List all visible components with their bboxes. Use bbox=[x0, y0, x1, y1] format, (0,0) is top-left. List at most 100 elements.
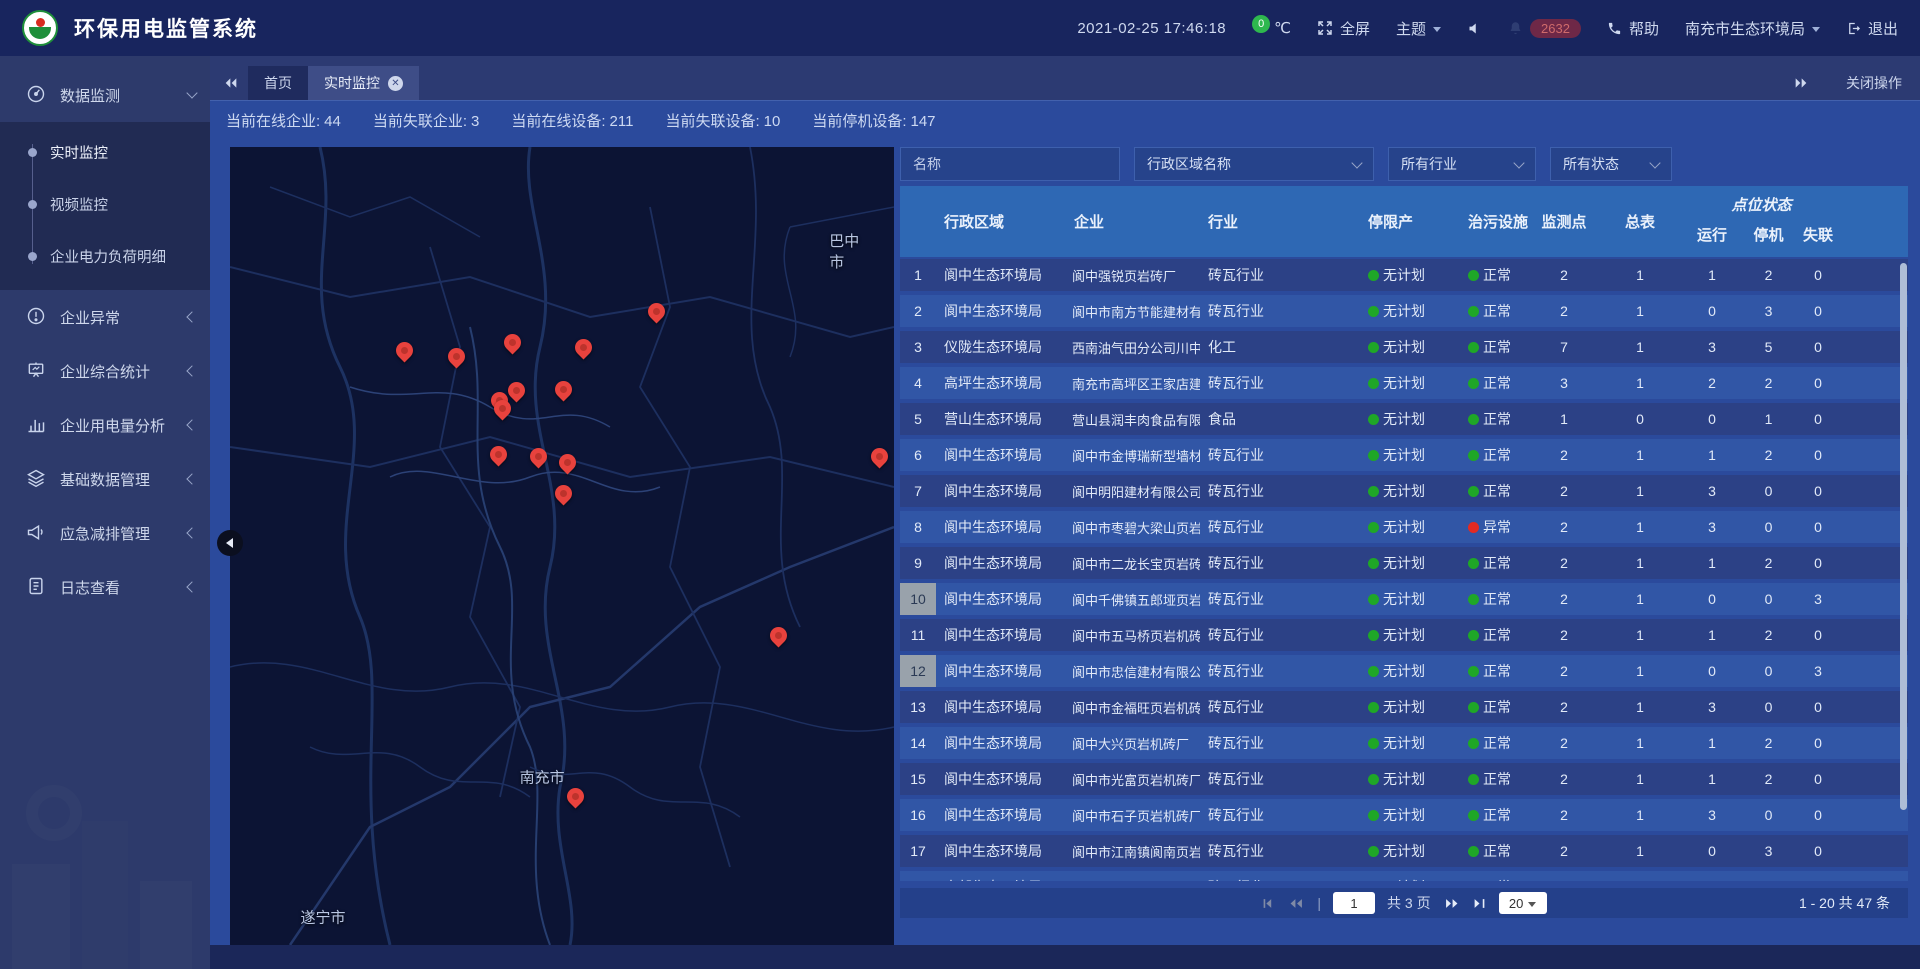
last-page-button[interactable] bbox=[1472, 897, 1487, 910]
table-row-10[interactable]: 10阆中生态环境局阆中千佛镇五郎垭页岩砖瓦行业无计划正常21003 bbox=[900, 583, 1908, 615]
table-row-4[interactable]: 4高坪生态环境局南充市高坪区王家店建砖瓦行业无计划正常31220 bbox=[900, 367, 1908, 399]
cell-points: 2 bbox=[1528, 591, 1600, 607]
datetime: 2021-02-25 17:46:18 bbox=[1077, 20, 1226, 37]
industry-select[interactable]: 所有行业 bbox=[1388, 147, 1536, 181]
prev-page-button[interactable] bbox=[1288, 897, 1305, 910]
table-row-11[interactable]: 11阆中生态环境局阆中市五马桥页岩机砖砖瓦行业无计划正常21120 bbox=[900, 619, 1908, 651]
gauge-icon bbox=[26, 84, 48, 106]
table-row-16[interactable]: 16阆中生态环境局阆中市石子页岩机砖厂砖瓦行业无计划正常21300 bbox=[900, 799, 1908, 831]
help-button[interactable]: 帮助 bbox=[1607, 18, 1659, 39]
sidebar-item-0[interactable]: 数据监测 bbox=[0, 68, 210, 122]
limit-status-label: 无计划 bbox=[1383, 265, 1425, 285]
row-number: 10 bbox=[900, 583, 936, 615]
cell-industry: 砖瓦行业 bbox=[1200, 841, 1294, 861]
status-dot-icon bbox=[1368, 378, 1379, 389]
cell-stop: 0 bbox=[1744, 519, 1793, 535]
phone-icon bbox=[1607, 21, 1622, 36]
sidebar-item-4[interactable]: 基础数据管理 bbox=[0, 452, 210, 506]
stat-label: 当前在线设备: bbox=[511, 113, 605, 130]
cell-limit-status: 无计划 bbox=[1294, 877, 1454, 881]
status-select[interactable]: 所有状态 bbox=[1550, 147, 1672, 181]
tabs-collapse-button[interactable] bbox=[214, 66, 248, 100]
cell-points: 2 bbox=[1528, 483, 1600, 499]
theme-dropdown[interactable]: 主题 bbox=[1396, 18, 1441, 39]
table-row-9[interactable]: 9阆中生态环境局阆中市二龙长宝页岩砖砖瓦行业无计划正常21120 bbox=[900, 547, 1908, 579]
sidebar-item-2[interactable]: 企业综合统计 bbox=[0, 344, 210, 398]
page-size-select[interactable]: 20 bbox=[1499, 892, 1547, 914]
region-select[interactable]: 行政区域名称 bbox=[1134, 147, 1374, 181]
table-row-6[interactable]: 6阆中生态环境局阆中市金博瑞新型墙材砖瓦行业无计划正常21120 bbox=[900, 439, 1908, 471]
map-roads bbox=[230, 147, 894, 945]
cell-lost: 0 bbox=[1793, 555, 1843, 571]
fullscreen-icon bbox=[1317, 20, 1333, 36]
tab-0[interactable]: 首页 bbox=[248, 66, 308, 100]
first-page-button[interactable] bbox=[1261, 897, 1276, 910]
stat-label: 当前失联企业: bbox=[373, 113, 467, 130]
table-row-14[interactable]: 14阆中生态环境局阆中大兴页岩机砖厂砖瓦行业无计划正常21120 bbox=[900, 727, 1908, 759]
limit-status-label: 无计划 bbox=[1383, 697, 1425, 717]
cell-region: 阆中生态环境局 bbox=[936, 301, 1066, 321]
table-row-12[interactable]: 12阆中生态环境局阆中市忠信建材有限公砖瓦行业无计划正常21003 bbox=[900, 655, 1908, 687]
cell-stop: 2 bbox=[1744, 375, 1793, 391]
sidebar-item-5[interactable]: 应急减排管理 bbox=[0, 506, 210, 560]
table-row-3[interactable]: 3仪陇生态环境局西南油气田分公司川中化工无计划正常71350 bbox=[900, 331, 1908, 363]
sidebar-subitem-2[interactable]: 企业电力负荷明细 bbox=[0, 230, 210, 282]
sidebar-item-1[interactable]: 企业异常 bbox=[0, 290, 210, 344]
chevron-left-icon bbox=[186, 365, 197, 376]
cell-region: 阆中生态环境局 bbox=[936, 805, 1066, 825]
table-row-17[interactable]: 17阆中生态环境局阆中市江南镇阆南页岩砖瓦行业无计划正常21030 bbox=[900, 835, 1908, 867]
close-operations-button[interactable]: 关闭操作 bbox=[1846, 73, 1902, 93]
map-collapse-handle[interactable] bbox=[217, 530, 243, 556]
stat-label: 当前在线企业: bbox=[226, 113, 320, 130]
app-window: 环保用电监管系统 2021-02-25 17:46:18 0 ℃ 全屏 主题 bbox=[0, 0, 1920, 969]
tabs-forward-button[interactable] bbox=[1784, 66, 1818, 100]
cell-company: 阆中千佛镇五郎垭页岩 bbox=[1066, 590, 1200, 609]
page-number-input[interactable] bbox=[1333, 892, 1375, 914]
cell-limit-status: 无计划 bbox=[1294, 517, 1454, 537]
fullscreen-button[interactable]: 全屏 bbox=[1317, 18, 1370, 39]
sidebar-item-3[interactable]: 企业用电量分析 bbox=[0, 398, 210, 452]
facility-status-label: 正常 bbox=[1483, 265, 1511, 285]
cell-limit-status: 无计划 bbox=[1294, 697, 1454, 717]
cell-meter: 1 bbox=[1600, 447, 1680, 463]
row-number: 8 bbox=[900, 511, 936, 543]
caret-down-icon bbox=[1528, 902, 1536, 907]
notification-badge[interactable]: 2632 bbox=[1508, 19, 1581, 38]
name-search-input[interactable] bbox=[900, 147, 1120, 181]
table-row-8[interactable]: 8阆中生态环境局阆中市枣碧大梁山页岩砖瓦行业无计划异常21300 bbox=[900, 511, 1908, 543]
table-row-7[interactable]: 7阆中生态环境局阆中明阳建材有限公司砖瓦行业无计划正常21300 bbox=[900, 475, 1908, 507]
next-page-button[interactable] bbox=[1443, 897, 1460, 910]
scrollbar-thumb[interactable] bbox=[1900, 263, 1907, 810]
cell-stop: 2 bbox=[1744, 267, 1793, 283]
sidebar-subitem-0[interactable]: 实时监控 bbox=[0, 126, 210, 178]
cell-industry: 食品 bbox=[1200, 409, 1294, 429]
cell-lost: 0 bbox=[1793, 267, 1843, 283]
cell-facility-status: 正常 bbox=[1454, 841, 1528, 861]
table-row-2[interactable]: 2阆中生态环境局阆中市南方节能建材有砖瓦行业无计划正常21030 bbox=[900, 295, 1908, 327]
org-dropdown[interactable]: 南充市生态环境局 bbox=[1685, 18, 1820, 39]
cell-region: 营山生态环境局 bbox=[936, 409, 1066, 429]
map-canvas[interactable]: 巴中市南充市遂宁市 bbox=[230, 147, 894, 945]
limit-status-label: 无计划 bbox=[1383, 661, 1425, 681]
table-row-13[interactable]: 13阆中生态环境局阆中市金福旺页岩机砖砖瓦行业无计划正常21300 bbox=[900, 691, 1908, 723]
logout-button[interactable]: 退出 bbox=[1846, 18, 1898, 39]
tab-1[interactable]: 实时监控✕ bbox=[308, 66, 419, 100]
table-row-1[interactable]: 1阆中生态环境局阆中强锐页岩砖厂砖瓦行业无计划正常21120 bbox=[900, 259, 1908, 291]
facility-status-label: 正常 bbox=[1483, 445, 1511, 465]
sidebar-item-6[interactable]: 日志查看 bbox=[0, 560, 210, 614]
cell-lost: 0 bbox=[1793, 483, 1843, 499]
cell-limit-status: 无计划 bbox=[1294, 661, 1454, 681]
table-row-5[interactable]: 5营山生态环境局营山县润丰肉食品有限食品无计划正常10010 bbox=[900, 403, 1908, 435]
cell-region: 阆中生态环境局 bbox=[936, 589, 1066, 609]
logout-label: 退出 bbox=[1868, 18, 1898, 39]
speaker-toggle[interactable] bbox=[1467, 21, 1482, 36]
cell-company: 阆中市金博瑞新型墙材 bbox=[1066, 446, 1200, 465]
table-row-15[interactable]: 15阆中生态环境局阆中市光富页岩机砖厂砖瓦行业无计划正常21120 bbox=[900, 763, 1908, 795]
table-row-18[interactable]: 18南部生态环境局南部县建兴页岩砖有限砖瓦行业无计划正常21030 bbox=[900, 871, 1908, 881]
sidebar-item-label: 企业异常 bbox=[60, 307, 120, 328]
sidebar-subitem-1[interactable]: 视频监控 bbox=[0, 178, 210, 230]
status-dot-icon bbox=[1368, 666, 1379, 677]
tab-close-icon[interactable]: ✕ bbox=[388, 76, 403, 91]
cell-lost: 0 bbox=[1793, 339, 1843, 355]
cell-run: 3 bbox=[1680, 699, 1744, 715]
